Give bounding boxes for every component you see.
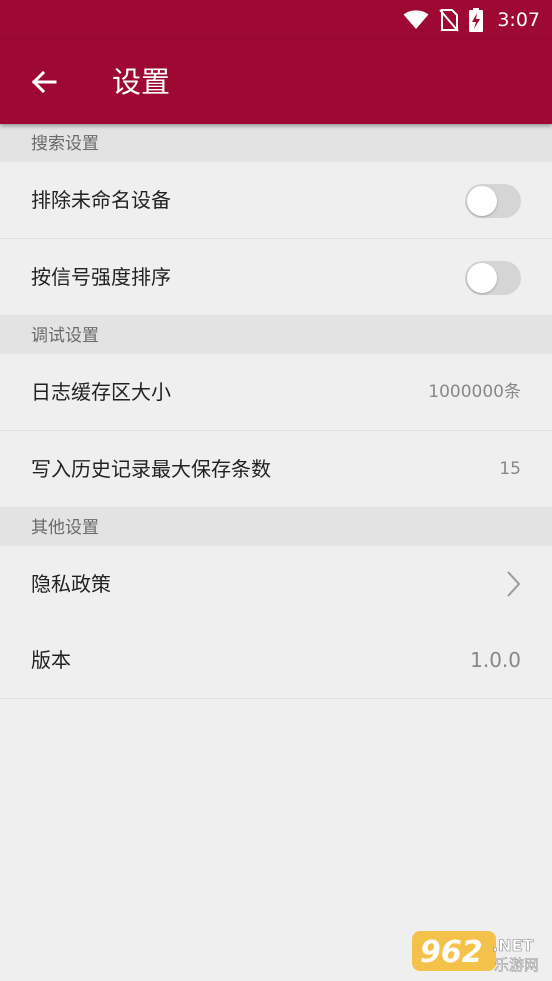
- row-label: 按信号强度排序: [31, 265, 171, 289]
- row-privacy-policy[interactable]: 隐私政策: [0, 546, 552, 622]
- row-label: 日志缓存区大小: [31, 380, 171, 404]
- watermark-suffix: .NET: [492, 936, 533, 955]
- version-value: 1.0.0: [470, 648, 521, 672]
- row-sort-by-signal[interactable]: 按信号强度排序: [0, 239, 552, 316]
- toggle-knob: [467, 186, 497, 216]
- status-time: 3:07: [497, 9, 540, 31]
- row-history-max-count[interactable]: 写入历史记录最大保存条数 15: [0, 431, 552, 508]
- wifi-icon: [403, 10, 429, 29]
- history-max-count-value: 15: [499, 459, 521, 479]
- section-header-other: 其他设置: [0, 508, 552, 546]
- row-label: 版本: [31, 648, 71, 672]
- row-log-buffer-size[interactable]: 日志缓存区大小 1000000条: [0, 354, 552, 431]
- exclude-unnamed-toggle[interactable]: [465, 184, 521, 218]
- row-label: 排除未命名设备: [31, 188, 171, 212]
- status-icons: 3:07: [403, 0, 540, 40]
- watermark-logo: 962 .NET 乐游网: [412, 931, 539, 974]
- watermark-brand: 962: [420, 935, 483, 970]
- arrow-left-icon: [31, 70, 57, 94]
- row-version: 版本 1.0.0: [0, 622, 552, 699]
- status-bar: 3:07: [0, 0, 552, 40]
- row-label: 写入历史记录最大保存条数: [31, 457, 271, 481]
- settings-list: 搜索设置 排除未命名设备 按信号强度排序 调试设置 日志缓存区大小 100000…: [0, 124, 552, 699]
- battery-charging-icon: [469, 8, 484, 32]
- toggle-knob: [467, 263, 497, 293]
- watermark-sub: 乐游网: [494, 956, 539, 974]
- sort-by-signal-toggle[interactable]: [465, 261, 521, 295]
- section-header-search: 搜索设置: [0, 124, 552, 162]
- app-bar: 设置: [0, 40, 552, 124]
- section-header-debug: 调试设置: [0, 316, 552, 354]
- row-exclude-unnamed-devices[interactable]: 排除未命名设备: [0, 162, 552, 239]
- row-label: 隐私政策: [31, 572, 111, 596]
- chevron-right-icon: [507, 571, 521, 597]
- log-buffer-size-value: 1000000条: [428, 382, 521, 402]
- no-sim-icon: [439, 9, 460, 32]
- back-button[interactable]: [22, 60, 66, 104]
- page-title: 设置: [112, 65, 171, 99]
